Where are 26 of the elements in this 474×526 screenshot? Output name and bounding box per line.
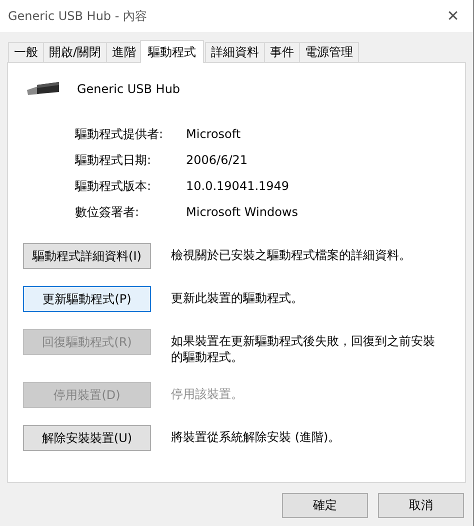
action-description: 檢視關於已安裝之驅動程式檔案的詳細資料。 [171,247,412,263]
tab[interactable]: 一般 [8,42,44,62]
property-value: Microsoft [186,126,242,143]
action-description: 如果裝置在更新驅動程式後失敗，回復到之前安裝的驅動程式。 [171,333,436,365]
action-description: 更新此裝置的驅動程式。 [171,290,304,306]
usb-plug-icon [25,81,61,97]
dialog-button[interactable]: 確定 [282,493,368,518]
property-value: 10.0.19041.1949 [186,178,290,195]
property-label: 驅動程式日期: [75,152,152,169]
property-label: 驅動程式提供者: [75,126,164,143]
tab[interactable]: 詳細資料 [205,42,266,62]
property-value: 2006/6/21 [186,152,249,169]
action-description: 停用該裝置。 [171,386,244,402]
window-title: Generic USB Hub - 內容 [8,8,148,24]
tab[interactable]: 驅動程式 [140,40,204,63]
close-button[interactable]: ✕ [433,0,473,32]
action-description: 將裝置從系統解除安裝 (進階)。 [171,429,342,445]
property-label: 數位簽署者: [75,204,140,221]
action-button[interactable]: 更新驅動程式(P) [23,286,151,312]
device-name: Generic USB Hub [77,82,180,96]
dialog-button[interactable]: 取消 [378,493,464,518]
action-button[interactable]: 解除安裝裝置(U) [23,425,151,451]
property-value: Microsoft Windows [186,204,299,221]
tab[interactable]: 電源管理 [299,42,360,62]
action-button[interactable]: 驅動程式詳細資料(I) [23,243,151,269]
property-label: 驅動程式版本: [75,178,152,195]
